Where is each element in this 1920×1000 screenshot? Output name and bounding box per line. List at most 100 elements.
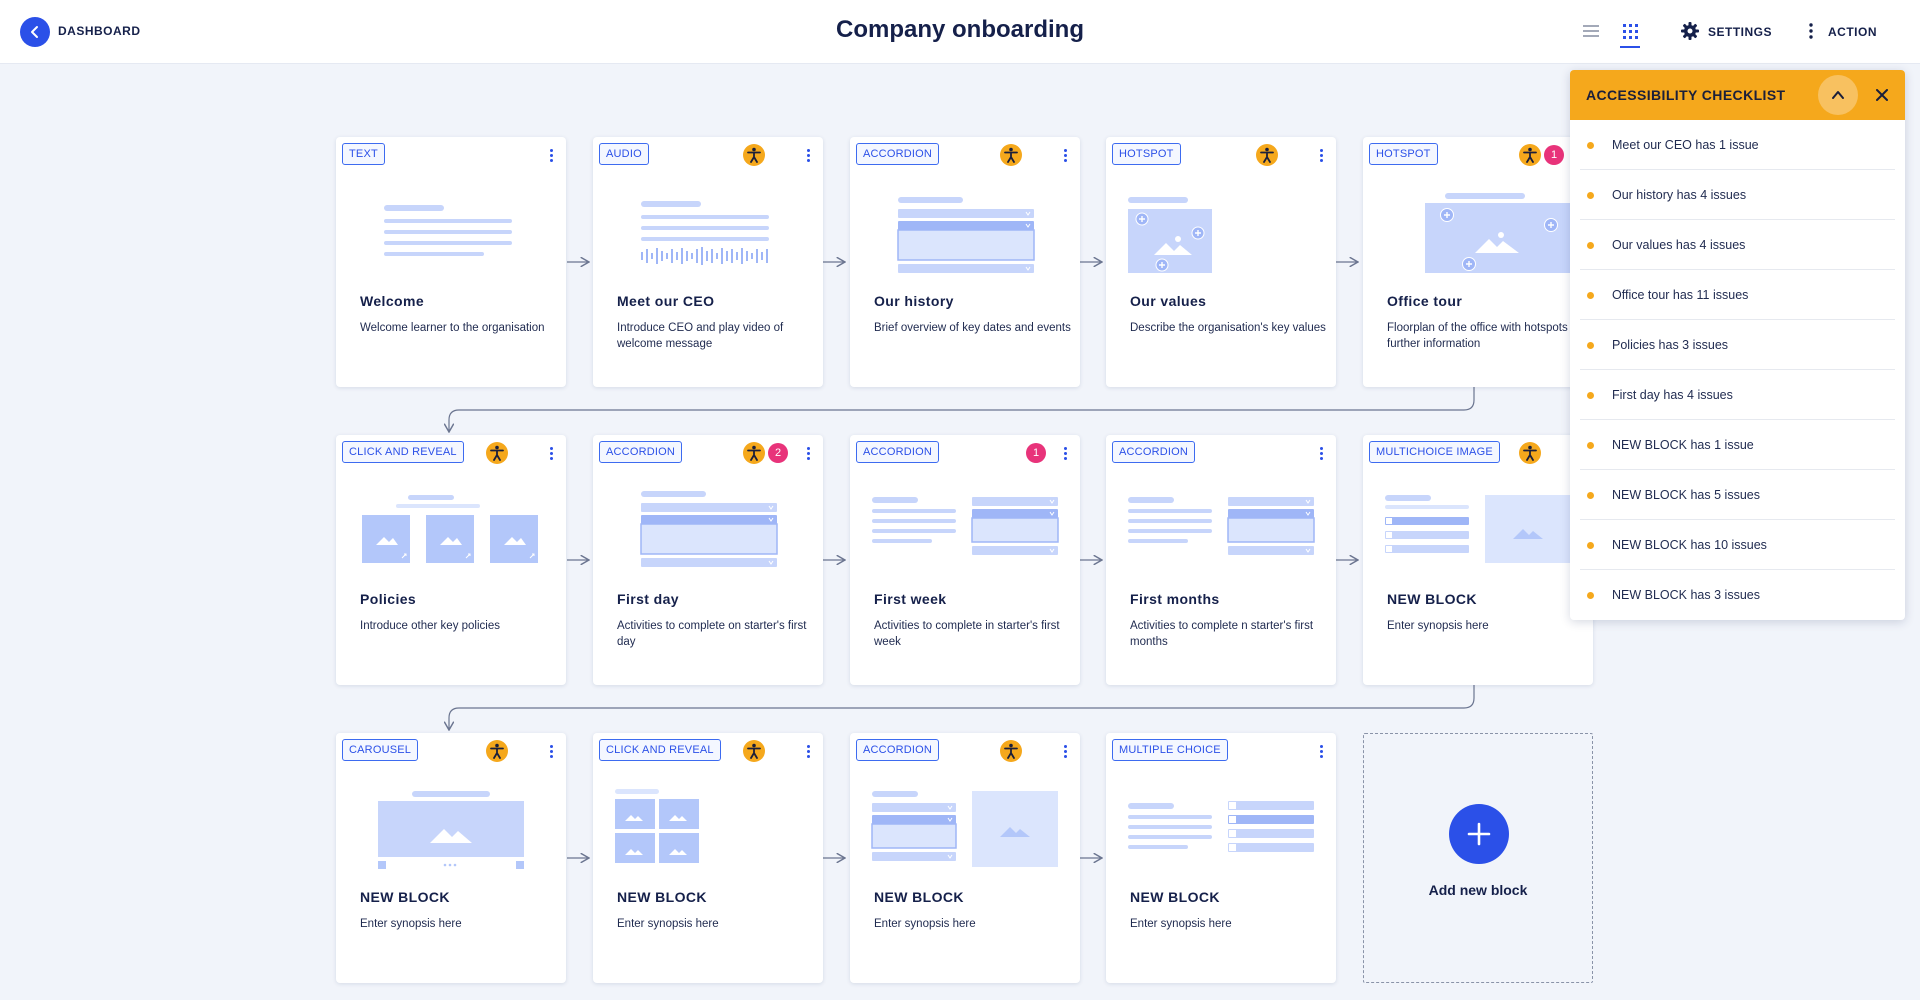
block-card-our-values[interactable]: HOTSPOT Our values Describe the organisa… [1106, 137, 1336, 387]
checklist-title: ACCESSIBILITY CHECKLIST [1586, 87, 1786, 103]
block-card-welcome[interactable]: TEXT Welcome Welcome learner to the orga… [336, 137, 566, 387]
card-menu-button[interactable] [803, 445, 813, 463]
card-description: Activities to complete n starter's first… [1130, 620, 1314, 648]
accessibility-warning-icon[interactable] [1256, 144, 1278, 166]
checklist-item-label: Meet our CEO has 1 issue [1612, 138, 1759, 152]
warning-dot-icon [1587, 192, 1594, 199]
block-card-our-history[interactable]: ACCORDION Our history Brief overview of … [850, 137, 1080, 387]
card-title: Policies [360, 591, 417, 607]
checklist-item[interactable]: NEW BLOCK has 1 issue [1580, 420, 1895, 470]
card-title: Our history [874, 293, 954, 309]
warning-dot-icon [1587, 592, 1594, 599]
card-menu-button[interactable] [1060, 445, 1070, 463]
checklist-item-label: Our history has 4 issues [1612, 188, 1747, 202]
block-type-tag: CLICK AND REVEAL [342, 441, 464, 463]
accessibility-warning-icon[interactable] [1000, 144, 1022, 166]
card-menu-button[interactable] [803, 743, 813, 761]
warning-dot-icon [1587, 292, 1594, 299]
block-card-new-block[interactable]: ACCORDION NEW BLOCK Enter synopsis here [850, 733, 1080, 983]
block-card-carousel[interactable]: CAROUSEL NEW BLOCK Enter synopsis here [336, 733, 566, 983]
card-title: First day [617, 591, 679, 607]
card-menu-button[interactable] [803, 147, 813, 165]
card-menu-button[interactable] [546, 445, 556, 463]
block-type-tag: HOTSPOT [1112, 143, 1181, 165]
checklist-item[interactable]: NEW BLOCK has 3 issues [1580, 570, 1895, 620]
checklist-item[interactable]: Policies has 3 issues [1580, 320, 1895, 370]
accessibility-warning-icon[interactable] [1000, 740, 1022, 762]
card-menu-button[interactable] [1060, 147, 1070, 165]
accordion-illustration [897, 197, 1035, 273]
card-title: NEW BLOCK [1130, 889, 1220, 905]
card-menu-button[interactable] [1316, 445, 1326, 463]
block-type-tag: HOTSPOT [1369, 143, 1438, 165]
card-title: NEW BLOCK [874, 889, 964, 905]
checklist-item[interactable]: Our values has 4 issues [1580, 220, 1895, 270]
card-description: Introduce CEO and play video of welcome … [617, 322, 784, 350]
warning-dot-icon [1587, 392, 1594, 399]
collapse-checklist-button[interactable] [1818, 75, 1858, 115]
block-card-new-block[interactable]: CLICK AND REVEAL NEW BLOCK Enter synopsi… [593, 733, 823, 983]
card-menu-button[interactable] [1316, 147, 1326, 165]
checklist-item-label: NEW BLOCK has 5 issues [1612, 488, 1760, 502]
add-block-label: Add new block [1428, 882, 1528, 898]
card-description: Introduce other key policies [360, 620, 500, 632]
card-menu-button[interactable] [1060, 743, 1070, 761]
accordion-image-illustration [871, 791, 1058, 867]
card-menu-button[interactable] [546, 147, 556, 165]
accessibility-warning-icon[interactable] [1519, 144, 1541, 166]
block-card-first-week[interactable]: ACCORDION 1 First week Activities to com… [850, 435, 1080, 685]
card-menu-button[interactable] [546, 743, 556, 761]
block-type-tag: CLICK AND REVEAL [599, 739, 721, 761]
checklist-item-label: First day has 4 issues [1612, 388, 1733, 402]
checklist-item-label: NEW BLOCK has 3 issues [1612, 588, 1760, 602]
checklist-item[interactable]: Our history has 4 issues [1580, 170, 1895, 220]
card-description: Welcome learner to the organisation [360, 322, 545, 334]
accessibility-warning-icon[interactable] [486, 740, 508, 762]
text-accordion-illustration [1128, 497, 1315, 555]
card-description: Brief overview of key dates and events [874, 322, 1071, 334]
card-description: Activities to complete on starter's firs… [617, 620, 807, 648]
accessibility-checklist-panel: ACCESSIBILITY CHECKLIST Meet our CEO has… [1570, 70, 1905, 620]
warning-dot-icon [1587, 242, 1594, 249]
checklist-item[interactable]: First day has 4 issues [1580, 370, 1895, 420]
accessibility-warning-icon[interactable] [743, 442, 765, 464]
accessibility-warning-icon[interactable] [743, 740, 765, 762]
checklist-item[interactable]: Office tour has 11 issues [1580, 270, 1895, 320]
card-menu-button[interactable] [1316, 743, 1326, 761]
block-card-policies[interactable]: CLICK AND REVEAL Policies Introduce othe… [336, 435, 566, 685]
card-description: Describe the organisation's key values [1130, 322, 1326, 334]
add-block-button[interactable] [1449, 804, 1509, 864]
warning-dot-icon [1587, 342, 1594, 349]
multichoice-image-illustration [1385, 495, 1571, 563]
block-type-tag: ACCORDION [856, 143, 940, 165]
checklist-item[interactable]: NEW BLOCK has 10 issues [1580, 520, 1895, 570]
block-type-tag: CAROUSEL [342, 739, 419, 761]
card-description: Activities to complete in starter's firs… [874, 620, 1060, 648]
checklist-item-label: Our values has 4 issues [1612, 238, 1746, 252]
block-card-office-tour[interactable]: HOTSPOT 1 Office tour Floorplan of the o… [1363, 137, 1593, 387]
multiple-choice-illustration [1128, 801, 1314, 852]
close-checklist-button[interactable] [1870, 83, 1894, 107]
card-description: Enter synopsis here [1387, 620, 1489, 632]
card-title: First months [1130, 591, 1220, 607]
checklist-item-label: NEW BLOCK has 1 issue [1612, 438, 1754, 452]
accessibility-warning-icon[interactable] [743, 144, 765, 166]
checklist-item-label: Policies has 3 issues [1612, 338, 1729, 352]
checklist-header: ACCESSIBILITY CHECKLIST [1570, 70, 1905, 120]
add-new-block-tile[interactable]: Add new block [1363, 733, 1593, 983]
warning-dot-icon [1587, 492, 1594, 499]
card-description: Floorplan of the office with hotspots fo… [1387, 322, 1585, 350]
accessibility-warning-icon[interactable] [1519, 442, 1541, 464]
block-card-first-months[interactable]: ACCORDION First months Activities to com… [1106, 435, 1336, 685]
card-description: Enter synopsis here [360, 918, 462, 930]
checklist-item[interactable]: Meet our CEO has 1 issue [1580, 120, 1895, 170]
checklist-item[interactable]: NEW BLOCK has 5 issues [1580, 470, 1895, 520]
block-card-new-block[interactable]: MULTICHOICE IMAGE NEW BLOCK Enter synops… [1363, 435, 1593, 685]
accessibility-warning-icon[interactable] [486, 442, 508, 464]
card-title: NEW BLOCK [617, 889, 707, 905]
block-type-tag: AUDIO [599, 143, 649, 165]
block-card-new-block[interactable]: MULTIPLE CHOICE NEW BLOCK Enter synopsis… [1106, 733, 1336, 983]
block-card-meet-our-ceo[interactable]: AUDIO Meet our CEO Introduce CEO and pla… [593, 137, 823, 387]
block-card-first-day[interactable]: ACCORDION 2 First day Activities to comp… [593, 435, 823, 685]
issue-count-badge: 2 [768, 443, 788, 463]
